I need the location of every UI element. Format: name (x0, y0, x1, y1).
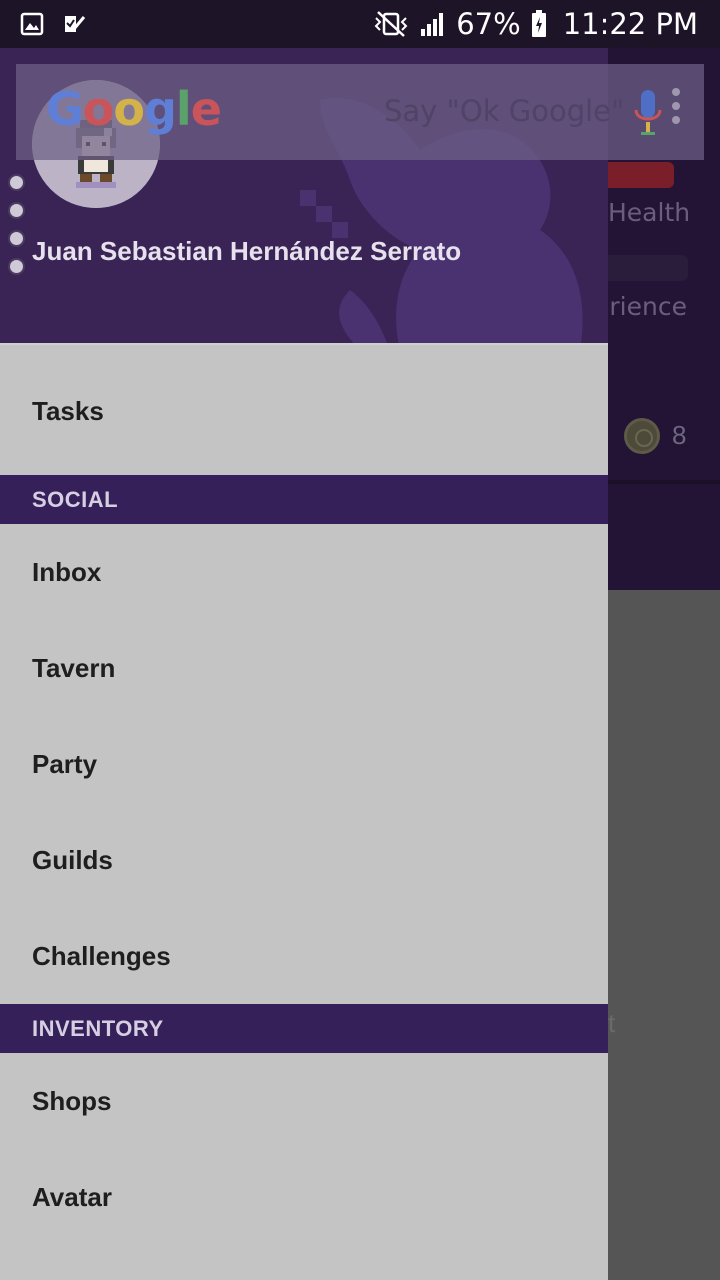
more-vert-icon[interactable] (670, 86, 682, 126)
section-header-social: SOCIAL (0, 475, 608, 524)
user-name: Juan Sebastian Hernández Serrato (32, 236, 462, 266)
overlay-dots[interactable] (8, 174, 25, 275)
drawer-item-party[interactable]: Party (0, 716, 608, 812)
gold-value: 8 (672, 420, 687, 450)
drawer-menu: Tasks SOCIAL Inbox Tavern Party Guilds C… (0, 347, 608, 1280)
overlay-dot[interactable] (8, 230, 25, 247)
overlay-dot[interactable] (8, 258, 25, 275)
navigation-drawer: Juan Sebastian Hernández Serrato Tasks S… (0, 0, 608, 1280)
drawer-item-tavern[interactable]: Tavern (0, 620, 608, 716)
drawer-header: Juan Sebastian Hernández Serrato (0, 0, 608, 345)
battery-charging-icon (531, 10, 546, 37)
drawer-item-inbox[interactable]: Inbox (0, 524, 608, 620)
experience-bar (600, 255, 688, 281)
signal-icon (421, 13, 444, 36)
mic-icon[interactable] (632, 88, 664, 138)
google-logo: Google (46, 82, 222, 136)
health-bar (600, 162, 674, 188)
clock: 11:22 PM (562, 7, 698, 41)
section-header-inventory: INVENTORY (0, 1004, 608, 1053)
health-label: Health (608, 198, 691, 227)
drawer-item-avatar[interactable]: Avatar (0, 1149, 608, 1245)
voice-search-hint[interactable]: Say "Ok Google" (384, 94, 624, 128)
gold-coin-icon (624, 418, 660, 454)
background-partial-text: t (608, 1008, 616, 1038)
drawer-item-tasks[interactable]: Tasks (0, 347, 608, 475)
google-search-widget[interactable]: Google Say "Ok Google" (16, 64, 704, 160)
drawer-item-guilds[interactable]: Guilds (0, 812, 608, 908)
status-bar: 67% 11:22 PM (0, 0, 720, 48)
drawer-item-equipment[interactable]: Equipment (0, 1245, 608, 1280)
gallery-icon (20, 12, 44, 36)
task-check-icon (65, 16, 86, 32)
drawer-item-shops[interactable]: Shops (0, 1053, 608, 1149)
overlay-dot[interactable] (8, 202, 25, 219)
battery-percent: 67% (456, 7, 521, 41)
overlay-dot[interactable] (8, 174, 25, 191)
vibrate-mute-icon (374, 11, 408, 37)
drawer-item-challenges[interactable]: Challenges (0, 908, 608, 1004)
